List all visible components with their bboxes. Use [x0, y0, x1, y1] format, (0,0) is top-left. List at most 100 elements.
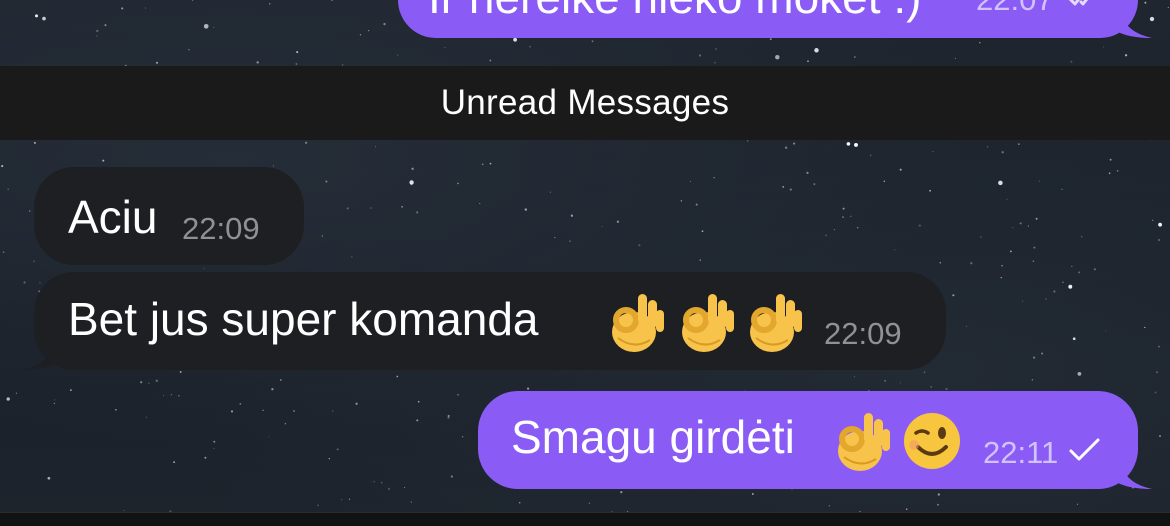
star	[1000, 276, 1002, 279]
star	[35, 14, 38, 18]
star	[616, 220, 620, 223]
star	[518, 501, 521, 504]
star	[213, 26, 215, 28]
star	[410, 501, 412, 503]
star	[416, 419, 419, 422]
star	[321, 235, 324, 237]
star	[549, 191, 551, 193]
star	[833, 229, 835, 231]
star	[331, 0, 334, 2]
star	[359, 33, 362, 36]
star	[1080, 235, 1083, 238]
star	[569, 240, 571, 243]
star	[39, 282, 41, 284]
message-text: Aciu	[68, 191, 158, 243]
star	[1108, 172, 1111, 175]
star	[1035, 217, 1038, 220]
star	[148, 382, 150, 384]
star	[894, 249, 896, 251]
star	[857, 227, 859, 229]
star	[481, 163, 484, 166]
star	[842, 207, 845, 210]
star	[1159, 435, 1161, 438]
star	[123, 509, 125, 512]
star	[1053, 290, 1056, 293]
star	[1167, 6, 1169, 9]
star	[769, 38, 772, 40]
star	[814, 48, 819, 53]
star	[54, 399, 56, 401]
star	[346, 207, 349, 210]
message-time: 22:07	[976, 0, 1054, 15]
star	[457, 393, 459, 396]
star	[96, 29, 99, 33]
star	[1033, 246, 1036, 249]
star	[714, 48, 717, 50]
star	[461, 435, 464, 438]
star	[262, 409, 264, 411]
chat-screen: Ir nereikė nieko mokėt :) 22:07 Unread M…	[0, 0, 1170, 526]
star	[939, 261, 942, 264]
star	[102, 159, 105, 162]
message-time: 22:09	[182, 211, 260, 246]
star	[213, 440, 216, 443]
star	[751, 493, 754, 495]
star	[1154, 391, 1157, 394]
star	[620, 490, 623, 494]
star	[1157, 345, 1160, 348]
star	[450, 475, 454, 478]
star	[272, 165, 274, 167]
star	[170, 394, 172, 396]
star	[793, 142, 796, 145]
star	[1, 165, 4, 168]
unread-messages-label: Unread Messages	[440, 83, 730, 122]
star	[417, 400, 420, 403]
message-bubble-incoming[interactable]: Bet jus super komanda 22:09	[34, 272, 946, 370]
star	[317, 504, 319, 506]
star	[591, 40, 594, 43]
ok-hand-emoji	[742, 290, 804, 354]
star	[2, 251, 5, 254]
message-input-bar[interactable]	[0, 512, 1170, 526]
star	[513, 37, 517, 42]
star	[178, 395, 180, 397]
star	[806, 171, 809, 175]
star	[1001, 264, 1003, 267]
star	[140, 381, 143, 384]
message-text: Smagu girdėti	[511, 411, 795, 463]
star	[1071, 265, 1073, 268]
star	[23, 281, 26, 284]
star	[966, 325, 968, 327]
star	[853, 56, 856, 59]
star	[42, 16, 46, 21]
star	[900, 382, 901, 384]
star	[1032, 260, 1035, 263]
star	[144, 7, 147, 9]
message-bubble-incoming[interactable]: Aciu 22:09	[34, 167, 304, 265]
star	[980, 236, 982, 238]
star	[869, 154, 872, 157]
star	[1041, 352, 1044, 355]
star	[15, 392, 17, 394]
star	[899, 168, 902, 171]
star	[53, 402, 56, 405]
star	[1144, 1, 1147, 4]
star	[304, 141, 308, 144]
star	[293, 410, 295, 412]
star	[570, 214, 574, 217]
star	[401, 206, 403, 208]
star	[416, 211, 419, 214]
star	[104, 24, 107, 27]
message-bubble-outgoing-top[interactable]: Ir nereikė nieko mokėt :) 22:07	[398, 0, 1138, 38]
star	[842, 216, 844, 218]
message-bubble-outgoing[interactable]: Smagu girdėti 22:11	[478, 391, 1138, 489]
star	[1158, 222, 1162, 227]
star	[121, 7, 124, 10]
star	[341, 499, 343, 501]
star	[1061, 188, 1063, 190]
star	[529, 46, 531, 48]
star	[145, 416, 148, 418]
star	[588, 502, 591, 505]
star	[457, 182, 459, 185]
star	[96, 35, 98, 37]
